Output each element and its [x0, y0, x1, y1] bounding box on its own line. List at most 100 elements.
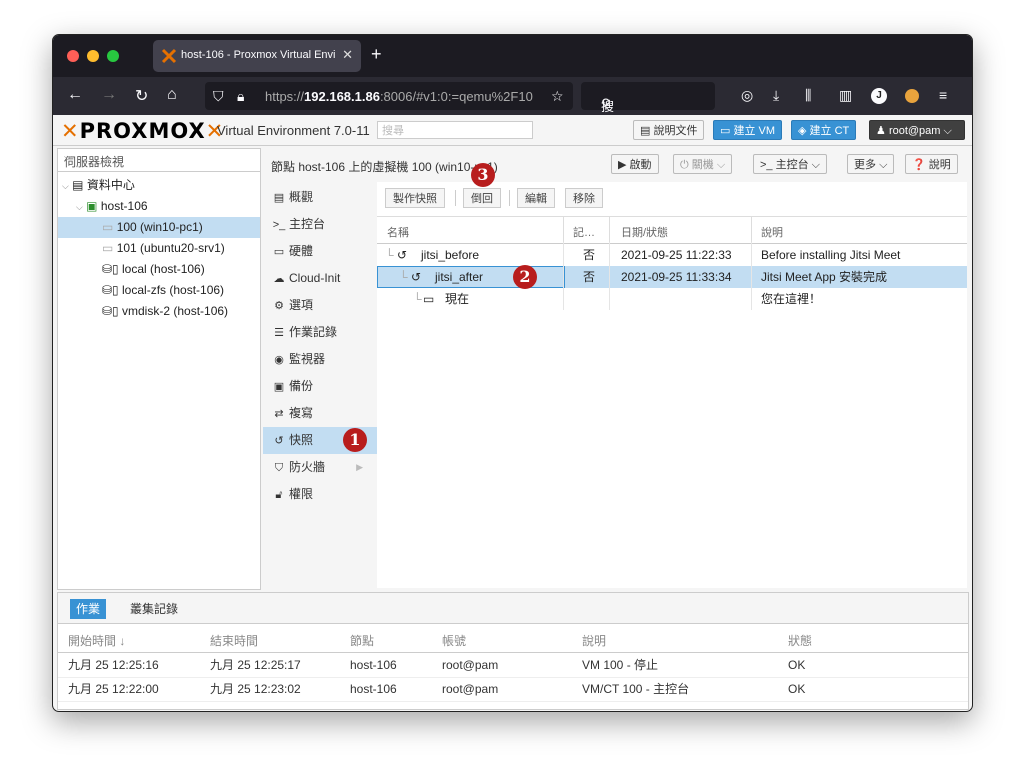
proxmox-favicon-icon: [161, 48, 177, 64]
desktop-icon: ▭: [423, 292, 435, 306]
page-title: 節點 host-106 上的虛擬機 100 (win10-pc1): [271, 160, 498, 174]
nav-item-backup[interactable]: ▣ 備份: [263, 373, 377, 400]
library-icon[interactable]: ⫼: [805, 87, 811, 104]
storage-icon: ⛁▯: [102, 262, 119, 276]
column-node[interactable]: 節點: [350, 632, 374, 649]
shield-icon[interactable]: ⛉: [213, 88, 224, 105]
tree-item-storage-local[interactable]: ⛁▯ local (host-106): [102, 259, 205, 280]
snapshot-grid-header: 名稱 記… 日期/狀態 說明: [377, 216, 967, 244]
console-button[interactable]: >_ 主控台 ⌵: [753, 154, 828, 174]
bookmark-star-icon[interactable]: ☆: [551, 88, 564, 105]
tree-item-vm-101[interactable]: ▭ 101 (ubuntu20-srv1): [102, 238, 225, 259]
lock-icon[interactable]: 🔒︎: [237, 88, 244, 105]
forward-icon[interactable]: →: [101, 86, 117, 104]
column-date[interactable]: 日期/狀態: [621, 224, 668, 240]
column-start-time[interactable]: 開始時間 ↓: [68, 632, 125, 649]
proxmox-header: ✕PROXMOX✕ Virtual Environment 7.0-11 搜尋 …: [53, 115, 972, 146]
nav-item-permissions[interactable]: 🔓︎ 權限: [263, 481, 377, 508]
nav-item-task-history[interactable]: ☰ 作業記錄: [263, 319, 377, 346]
tree-view-selector[interactable]: 伺服器檢視 ⌵: [58, 149, 260, 172]
nav-item-summary[interactable]: ▤ 概觀: [263, 184, 377, 211]
nav-item-replication[interactable]: ⇄ 複寫: [263, 400, 377, 427]
shutdown-button[interactable]: ⏻ 關機 ⌵: [673, 154, 733, 174]
snapshot-row[interactable]: └ ▭ 現在 您在這裡！: [377, 288, 967, 310]
vm-icon: ▭: [102, 241, 114, 255]
snapshot-date: 2021-09-25 11:22:33: [621, 248, 732, 262]
column-status[interactable]: 狀態: [788, 632, 812, 649]
column-user[interactable]: 帳號: [442, 632, 466, 649]
tab-tasks[interactable]: 作業: [70, 599, 107, 619]
take-snapshot-button[interactable]: 製作快照: [385, 188, 445, 208]
help-button[interactable]: ❓ 說明: [905, 154, 958, 174]
global-search-input[interactable]: 搜尋: [377, 121, 533, 139]
tab-cluster-log[interactable]: 叢集記錄: [124, 599, 184, 619]
tree-item-vm-100[interactable]: ▭ 100 (win10-pc1): [58, 217, 260, 238]
reload-icon[interactable]: ↻: [135, 86, 148, 106]
snapshot-row[interactable]: └ ↺ jitsi_before 否 2021-09-25 11:22:33 B…: [377, 244, 967, 266]
back-icon[interactable]: ←: [67, 86, 83, 104]
pocket-icon[interactable]: ◎: [741, 87, 753, 104]
menu-icon[interactable]: ≡: [939, 87, 947, 103]
navigation-bar: ← → ↻ ⌂ ⛉ 🔒︎ https://192.168.1.86:8006/#…: [53, 77, 972, 133]
user-menu-button[interactable]: ♟ root@pam ⌵: [869, 120, 965, 140]
start-button[interactable]: ▶ 啟動: [611, 154, 659, 174]
more-button[interactable]: 更多 ⌵: [847, 154, 895, 174]
annotation-badge-3: 3: [471, 163, 495, 187]
edit-snapshot-button[interactable]: 編輯: [517, 188, 555, 208]
minimize-window-button[interactable]: [87, 50, 99, 62]
history-icon: ↺: [274, 435, 284, 447]
grid-divider: [609, 242, 610, 310]
storage-icon: ⛁▯: [102, 304, 119, 318]
tree-line: └: [413, 292, 422, 306]
sidebar-icon[interactable]: ▥: [839, 87, 852, 104]
nav-item-monitor[interactable]: ◉ 監視器: [263, 346, 377, 373]
create-vm-button[interactable]: ▭ 建立 VM: [713, 120, 783, 140]
tree-item-storage-local-zfs[interactable]: ⛁▯ local-zfs (host-106): [102, 280, 224, 301]
create-ct-button[interactable]: ◈ 建立 CT: [791, 120, 857, 140]
rollback-button[interactable]: 倒回: [463, 188, 501, 208]
account-avatar-icon[interactable]: J: [871, 88, 887, 104]
collapse-icon[interactable]: ⌵: [62, 181, 69, 191]
download-icon[interactable]: ⤓: [773, 87, 779, 104]
nav-item-options[interactable]: ⚙ 選項: [263, 292, 377, 319]
browser-tab[interactable]: host-106 - Proxmox Virtual Envi ✕: [153, 40, 361, 72]
column-end-time[interactable]: 結束時間: [210, 632, 258, 649]
documentation-button[interactable]: ▤ 說明文件: [633, 120, 705, 140]
column-description[interactable]: 說明: [761, 224, 783, 240]
url-bar[interactable]: ⛉ 🔒︎ https://192.168.1.86:8006/#v1:0:=qe…: [205, 82, 573, 110]
close-window-button[interactable]: [67, 50, 79, 62]
column-ram[interactable]: 記…: [573, 224, 595, 240]
desktop-icon: ▭: [273, 246, 285, 258]
unlock-icon: 🔓︎: [275, 489, 283, 501]
table-row[interactable]: 九月 25 12:25:16 九月 25 12:25:17 host-106 r…: [58, 654, 968, 678]
snapshot-name: 現在: [445, 292, 470, 306]
snapshot-panel: 製作快照 倒回 編輯 移除 名稱 記… 日期/狀態 說明 └ ↺ jitsi_b…: [377, 182, 967, 588]
column-name[interactable]: 名稱: [387, 224, 409, 240]
tree-item-storage-vmdisk-2[interactable]: ⛁▯ vmdisk-2 (host-106): [102, 301, 228, 322]
snapshot-name: jitsi_after: [435, 270, 484, 284]
chevron-down-icon: ⌵: [811, 159, 821, 171]
remove-snapshot-button[interactable]: 移除: [565, 188, 603, 208]
vm-nav-menu: ▤ 概觀 >_ 主控台 ▭ 硬體 ☁ Cloud-Init ⚙ 選項 ☰ 作業記錄 ◉ 監視器…: [263, 182, 378, 588]
nav-item-cloud-init[interactable]: ☁ Cloud-Init: [263, 265, 377, 292]
maximize-window-button[interactable]: [107, 50, 119, 62]
browser-search-box[interactable]: ⚲ 搜尋: [581, 82, 715, 133]
play-icon: ▶: [618, 159, 627, 171]
snapshot-row-selected[interactable]: └ ↺ jitsi_after 否 2021-09-25 11:33:34 Ji…: [377, 266, 967, 288]
tree-item-host[interactable]: ⌵ ▣ host-106: [76, 196, 148, 217]
new-tab-button[interactable]: +: [371, 44, 382, 65]
extension-icon[interactable]: [905, 89, 919, 103]
collapse-icon[interactable]: ⌵: [76, 202, 83, 212]
node-online-icon: ▣: [86, 199, 98, 213]
column-description[interactable]: 說明: [582, 632, 606, 649]
chevron-down-icon: ⌵: [943, 125, 952, 137]
home-icon[interactable]: ⌂: [167, 86, 177, 104]
nav-item-firewall[interactable]: ⛉ 防火牆 ▶: [263, 454, 377, 481]
tree-line: └: [385, 248, 394, 262]
tab-close-icon[interactable]: ✕: [342, 47, 353, 63]
nav-item-console[interactable]: >_ 主控台: [263, 211, 377, 238]
nav-item-hardware[interactable]: ▭ 硬體: [263, 238, 377, 265]
column-divider: [563, 217, 564, 243]
table-row[interactable]: 九月 25 12:22:00 九月 25 12:23:02 host-106 r…: [58, 678, 968, 702]
tree-item-datacenter[interactable]: ⌵ ▤ 資料中心: [62, 175, 135, 196]
